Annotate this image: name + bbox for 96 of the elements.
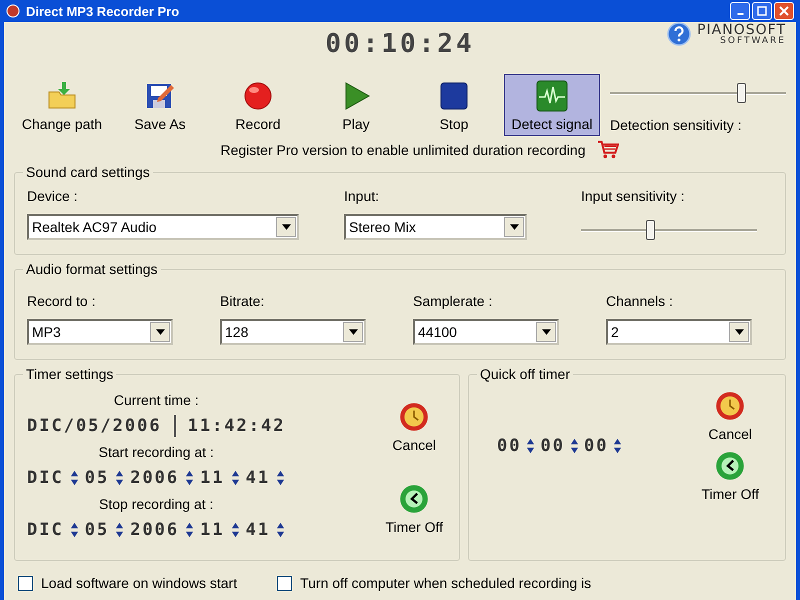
spinner-icon[interactable] [526,437,536,455]
option-checkbox[interactable]: Load software on windows start [18,575,238,591]
format-dropdown[interactable]: 2 [606,319,752,345]
dropdown-arrow-button[interactable] [536,322,556,342]
stop-time-value: 41 [246,520,270,540]
slider-thumb[interactable] [737,83,746,103]
spinner-icon[interactable] [230,469,240,487]
current-time: 11:42:42 [188,416,286,436]
minimize-icon [736,13,744,15]
toolbar-button[interactable]: Record [210,74,306,136]
format-dropdown[interactable]: 44100 [413,319,559,345]
current-date: DIC/05/2006 [27,416,162,436]
window-title: Direct MP3 Recorder Pro [26,4,180,18]
timer-off-button[interactable]: Timer Off [385,483,443,535]
toolbar-button[interactable]: Stop [406,74,502,136]
quick-timer-value: 00 [540,436,565,456]
dropdown-arrow-button[interactable] [729,322,749,342]
input-sensitivity-label: Input sensitivity : [581,188,686,204]
checkbox[interactable] [277,576,292,590]
start-recording-label: Start recording at : [98,444,214,460]
format-dropdown[interactable]: 128 [220,319,366,345]
caret-icon [348,329,358,335]
stop-icon [438,80,470,112]
spinner-icon[interactable] [276,521,286,539]
toolbar-button[interactable]: Detect signal [504,74,600,136]
field-label: Record to : [27,293,96,309]
input-dropdown[interactable]: Stereo Mix [344,214,527,240]
caret-icon [542,329,550,335]
logo-tagline: SOFTWARE [720,36,786,46]
spinner-icon[interactable] [570,437,579,455]
start-time-value: 2006 [130,468,180,488]
close-icon [779,6,789,16]
detection-sensitivity-slider[interactable] [610,83,786,103]
input-sensitivity-slider[interactable] [581,220,757,240]
spinner-icon[interactable] [115,469,124,487]
stop-recording-label: Stop recording at : [99,496,214,512]
panel-title: Timer settings [25,366,114,382]
maximize-icon [757,6,767,16]
close-button[interactable] [774,2,794,20]
spinner-icon[interactable] [70,469,79,487]
dropdown-arrow-button[interactable] [504,217,524,237]
caret-icon [734,329,744,335]
toolbar-button[interactable]: Change path [14,74,110,136]
app-icon [6,4,20,18]
spinner-icon[interactable] [70,521,79,539]
toolbar-button[interactable]: Save As [112,74,208,136]
field-label: Samplerate : [413,293,494,309]
spinner-icon[interactable] [115,521,124,539]
minimize-button[interactable] [730,2,750,20]
stop-time-value: DIC [27,520,64,540]
start-time-value: 11 [200,468,225,488]
input-label: Input: [344,188,380,204]
caret-icon [510,224,518,230]
checkbox[interactable] [18,576,33,590]
slider-thumb[interactable] [646,220,656,240]
panel-title: Sound card settings [25,164,151,180]
option-checkbox[interactable]: Turn off computer when scheduled recording is [277,575,592,591]
spinner-icon[interactable] [185,521,194,539]
toolbar-button[interactable]: Play [308,74,404,136]
cancel-button[interactable]: Cancel [701,390,759,442]
start-time-value: DIC [27,468,64,488]
panel-title: Audio format settings [25,261,159,277]
timer-off-button[interactable]: Timer Off [701,450,759,502]
quick-timer-value: 00 [584,436,608,456]
record-icon [242,80,274,112]
register-notice: Register Pro version to enable unlimited duration recording [220,142,586,158]
shopping-cart-icon[interactable] [597,140,620,160]
spinner-icon[interactable] [230,521,240,539]
field-label: Bitrate: [220,293,266,309]
caret-icon [282,224,290,230]
field-label: Channels : [606,293,674,309]
start-time-value: 41 [246,468,270,488]
stop-time-value: 2006 [130,520,180,540]
maximize-button[interactable] [752,2,772,20]
caret-icon [156,329,164,335]
cancel-button[interactable]: Cancel [385,401,443,453]
dropdown-arrow-button[interactable] [150,322,170,342]
waveform-icon [536,80,568,112]
device-dropdown[interactable]: Realtek AC97 Audio [27,214,299,240]
start-time-value: 05 [84,468,110,488]
spinner-icon[interactable] [276,469,286,487]
spinner-icon[interactable] [613,437,622,455]
stop-time-value: 05 [84,520,110,540]
stop-time-value: 11 [200,520,225,540]
current-time-label: Current time : [114,392,199,408]
dropdown-arrow-button[interactable] [343,322,363,342]
elapsed-time: 00:10:24 [325,29,475,59]
panel-title: Quick off timer [479,366,571,382]
device-label: Device : [27,188,79,204]
quick-timer-value: 00 [497,436,522,456]
format-dropdown[interactable]: MP3 [27,319,173,345]
detection-sensitivity-label: Detection sensitivity : [610,117,742,133]
spinner-icon[interactable] [185,469,194,487]
dropdown-arrow-button[interactable] [276,217,296,237]
help-icon[interactable] [667,22,692,46]
logo-name: PIANOSOFT [697,22,786,36]
